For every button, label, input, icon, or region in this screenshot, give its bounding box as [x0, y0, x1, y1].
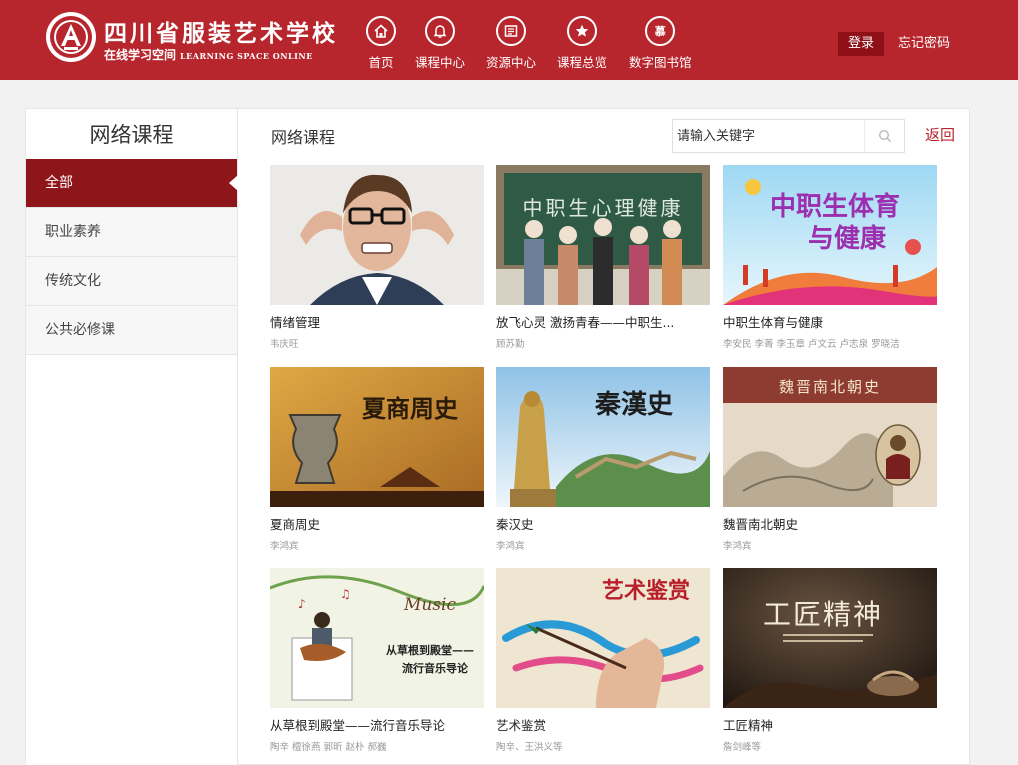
svg-text:Music: Music [403, 595, 457, 615]
star-icon [567, 16, 597, 46]
thumb-caption-line1: 从草根到殿堂—— [386, 643, 474, 657]
nav-home-label: 首页 [368, 55, 394, 70]
thumb-caption-line2: 流行音乐导论 [402, 661, 469, 675]
nav-resource-center-label: 资源中心 [486, 55, 537, 70]
mooc-icon: 慕 [645, 16, 676, 46]
forgot-password-link[interactable]: 忘记密码 [898, 32, 950, 56]
thumb-caption: 中职生心理健康 [523, 196, 684, 220]
course-thumbnail: 工匠精神 [723, 568, 937, 708]
svg-text:♪: ♪ [298, 597, 306, 611]
course-thumbnail: 魏晋南北朝史 [723, 367, 937, 507]
course-author: 韦庆旺 [270, 339, 299, 350]
bell-icon [425, 16, 455, 46]
home-icon [366, 16, 396, 46]
school-name: 四川省服装艺术学校 [104, 20, 338, 47]
course-card[interactable]: 秦漢史 秦汉史 李鸿宾 [496, 367, 710, 552]
course-card[interactable]: 艺术鉴赏 艺术鉴赏 陶辛、王洪义等 [496, 568, 710, 753]
thumb-caption: 夏商周史 [362, 394, 459, 423]
course-card[interactable]: 中职生心理健康 放飞心灵 激扬青春——中职生... 顾苏勤 [496, 165, 710, 350]
course-card[interactable]: Music 从草根到殿堂—— 流行音乐导论 ♪ ♫ 从草根到殿堂——流行音乐导论… [270, 568, 484, 753]
course-card[interactable]: 魏晋南北朝史 魏晋南北朝史 李鸿宾 [723, 367, 937, 552]
nav-home[interactable]: 首页 [366, 16, 396, 71]
school-logo[interactable] [46, 12, 96, 62]
school-emblem-icon [50, 16, 92, 58]
site-subtitle-en: LEARNING SPACE ONLINE [180, 51, 313, 61]
course-thumbnail: 夏商周史 [270, 367, 484, 507]
mooc-glyph: 慕 [654, 24, 666, 38]
site-subtitle: 在线学习空间 LEARNING SPACE ONLINE [104, 46, 313, 63]
thumb-caption: 秦漢史 [594, 390, 674, 420]
course-title: 魏晋南北朝史 [723, 517, 799, 532]
course-author: 李鸿宾 [270, 541, 299, 552]
nav-digital-library[interactable]: 慕 数字图书馆 [629, 16, 692, 71]
nav-digital-library-label: 数字图书馆 [629, 55, 692, 70]
thumb-caption: 魏晋南北朝史 [779, 378, 881, 396]
course-author: 陶辛、王洪义等 [496, 742, 563, 753]
course-thumbnail: 中职生心理健康 [496, 165, 710, 305]
course-title: 艺术鉴赏 [496, 718, 547, 733]
course-card[interactable]: 中职生体育 与健康 中职生体育与健康 李安民 李菁 李玉章 卢文云 卢志泉 罗晓… [723, 165, 937, 350]
nav-resource-center[interactable]: 资源中心 [486, 16, 536, 71]
course-title: 秦汉史 [496, 517, 534, 532]
course-thumbnail [270, 165, 484, 305]
search-input[interactable] [673, 120, 863, 152]
course-author: 李安民 李菁 李玉章 卢文云 卢志泉 罗晓洁 [723, 339, 900, 350]
course-title: 中职生体育与健康 [723, 315, 824, 330]
sidebar-item-all[interactable]: 全部 [26, 159, 238, 208]
thumb-caption-line1: 中职生体育 [770, 191, 900, 222]
sidebar-item-traditional-culture[interactable]: 传统文化 [26, 257, 237, 306]
resource-icon [496, 16, 526, 46]
category-sidebar: 网络课程 全部 职业素养 传统文化 公共必修课 [26, 109, 238, 765]
sidebar-title: 网络课程 [89, 123, 174, 147]
sidebar-item-professional-quality[interactable]: 职业素养 [26, 208, 237, 257]
course-thumbnail: 中职生体育 与健康 [723, 165, 937, 305]
course-title: 工匠精神 [723, 718, 774, 733]
sidebar-item-public-required[interactable]: 公共必修课 [26, 306, 237, 355]
course-card[interactable]: 工匠精神 工匠精神 詹剑峰等 [723, 568, 937, 753]
nav-course-overview-label: 课程总览 [557, 55, 608, 70]
nav-course-center-label: 课程中心 [415, 55, 466, 70]
search-icon [878, 129, 891, 143]
nav-course-overview[interactable]: 课程总览 [557, 16, 607, 71]
thumb-caption: 工匠精神 [763, 598, 883, 631]
content-title: 网络课程 [271, 128, 336, 147]
course-title: 夏商周史 [270, 517, 321, 532]
top-header: 四川省服装艺术学校 在线学习空间 LEARNING SPACE ONLINE 首页… [0, 0, 1018, 80]
course-author: 詹剑峰等 [723, 742, 762, 753]
course-author: 李鸿宾 [496, 541, 525, 552]
back-link[interactable]: 返回 [925, 124, 955, 145]
thumb-caption-line2: 与健康 [808, 223, 887, 254]
course-author: 李鸿宾 [723, 541, 752, 552]
course-thumbnail: 秦漢史 [496, 367, 710, 507]
course-title: 情绪管理 [270, 315, 321, 330]
login-button[interactable]: 登录 [838, 32, 884, 56]
main-panel: 网络课程 全部 职业素养 传统文化 公共必修课 网络课程 返回 [25, 108, 970, 765]
course-author: 陶辛 檀徐燕 郭昕 赵朴 郝巍 [270, 742, 387, 753]
search-box [672, 119, 905, 153]
course-thumbnail: Music 从草根到殿堂—— 流行音乐导论 ♪ ♫ [270, 568, 484, 708]
nav-course-center[interactable]: 课程中心 [415, 16, 465, 71]
course-author: 顾苏勤 [496, 339, 525, 350]
course-title: 从草根到殿堂——流行音乐导论 [270, 718, 446, 733]
search-button[interactable] [864, 120, 904, 152]
course-thumbnail: 艺术鉴赏 [496, 568, 710, 708]
course-card[interactable]: 情绪管理 韦庆旺 [270, 165, 484, 350]
thumb-caption: 艺术鉴赏 [602, 578, 690, 604]
svg-text:♫: ♫ [340, 587, 351, 601]
course-card[interactable]: 夏商周史 夏商周史 李鸿宾 [270, 367, 484, 552]
course-title: 放飞心灵 激扬青春——中职生... [496, 315, 675, 330]
site-subtitle-cn: 在线学习空间 [104, 48, 177, 62]
